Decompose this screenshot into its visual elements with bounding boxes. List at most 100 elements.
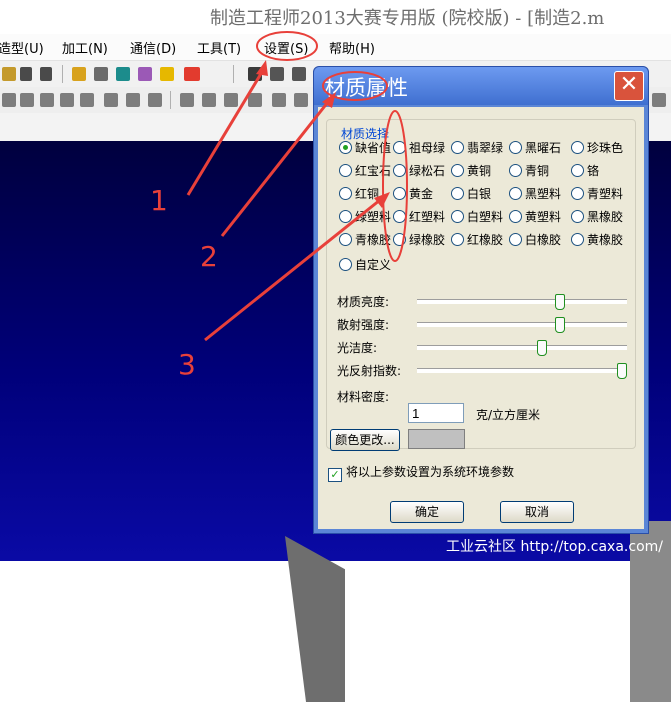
radio-icon — [571, 141, 584, 154]
system-params-checkbox-row[interactable]: ✓ 将以上参数设置为系统环境参数 — [328, 463, 514, 482]
density-unit: 克/立方厘米 — [476, 408, 541, 422]
annotation-number-2: 2 — [200, 240, 218, 273]
menu-communication[interactable]: 通信(D) — [130, 38, 176, 57]
brightness-slider[interactable] — [417, 294, 627, 310]
material-radio[interactable]: 缺省值 — [339, 140, 391, 156]
cancel-button[interactable]: 取消 — [500, 501, 574, 523]
material-radio[interactable]: 白塑料 — [451, 209, 503, 225]
radio-icon — [393, 164, 406, 177]
radio-icon — [339, 233, 352, 246]
redo-icon[interactable] — [40, 67, 52, 81]
color-layer-icon[interactable] — [184, 67, 200, 81]
radio-icon — [509, 233, 522, 246]
paste-icon[interactable] — [2, 67, 16, 81]
menu-tools[interactable]: 工具(T) — [197, 38, 241, 57]
slider-thumb[interactable] — [537, 340, 547, 356]
radio-icon — [571, 164, 584, 177]
view-icon[interactable] — [248, 67, 262, 81]
material-radio[interactable]: 红铜 — [339, 186, 379, 202]
menu-machining[interactable]: 加工(N) — [62, 38, 108, 57]
toolbar-separator — [62, 65, 63, 83]
material-label: 红宝石 — [355, 164, 392, 178]
material-radio[interactable]: 青橡胶 — [339, 232, 391, 248]
density-input[interactable] — [408, 403, 464, 423]
menu-settings[interactable]: 设置(S) — [264, 38, 308, 57]
material-radio[interactable]: 黄铜 — [451, 163, 491, 179]
draft-icon[interactable] — [248, 93, 262, 107]
query-icon[interactable] — [138, 67, 152, 81]
smoothness-label: 光洁度: — [337, 341, 378, 355]
slider-thumb[interactable] — [555, 317, 565, 333]
material-radio[interactable]: 绿塑料 — [339, 209, 391, 225]
material-radio[interactable]: 黄橡胶 — [571, 232, 623, 248]
material-radio[interactable]: 自定义 — [339, 257, 391, 273]
undo-icon[interactable] — [20, 67, 32, 81]
material-label: 缺省值 — [355, 141, 392, 155]
material-label: 红铜 — [355, 187, 380, 201]
lightning-icon[interactable] — [94, 67, 108, 81]
watermark-text: 工业云社区 http://top.caxa.com/ — [446, 539, 663, 555]
radio-icon — [339, 187, 352, 200]
scatter-slider[interactable] — [417, 317, 627, 333]
reflection-slider[interactable] — [417, 363, 627, 379]
material-radio[interactable]: 黄金 — [393, 186, 433, 202]
sweep-icon[interactable] — [40, 93, 54, 107]
material-radio[interactable]: 红橡胶 — [451, 232, 503, 248]
material-radio[interactable]: 白银 — [451, 186, 491, 202]
loft-icon[interactable] — [60, 93, 74, 107]
dialog-title-bar[interactable]: 材质属性 ✕ — [314, 67, 648, 105]
mirror-icon[interactable] — [202, 93, 216, 107]
material-group: 材质选择 缺省值 祖母绿 翡翠绿 黑曜石 珍珠色 红宝石 绿松石 黄铜 青铜 铬… — [326, 119, 636, 449]
filter-icon[interactable] — [116, 67, 130, 81]
smoothness-slider[interactable] — [417, 340, 627, 356]
material-radio[interactable]: 黑塑料 — [509, 186, 561, 202]
density-label: 材料密度: — [337, 390, 390, 404]
pattern-icon[interactable] — [180, 93, 194, 107]
shell-icon[interactable] — [224, 93, 238, 107]
material-radio[interactable]: 青铜 — [509, 163, 549, 179]
material-radio[interactable]: 黑曜石 — [509, 140, 561, 156]
material-label: 黄铜 — [467, 164, 492, 178]
material-label: 白橡胶 — [525, 233, 562, 247]
revolve-icon[interactable] — [20, 93, 34, 107]
material-radio[interactable]: 红塑料 — [393, 209, 445, 225]
slider-thumb[interactable] — [617, 363, 627, 379]
checkbox-checked-icon[interactable]: ✓ — [328, 468, 342, 482]
zoom-window-icon[interactable] — [270, 67, 284, 81]
chamfer-icon[interactable] — [148, 93, 162, 107]
material-radio[interactable]: 铬 — [571, 163, 599, 179]
menu-modeling[interactable]: 造型(U) — [0, 38, 44, 57]
material-label: 黄金 — [409, 187, 434, 201]
measure-icon[interactable] — [652, 93, 666, 107]
material-radio[interactable]: 黄塑料 — [509, 209, 561, 225]
material-label: 绿松石 — [409, 164, 446, 178]
material-radio[interactable]: 青塑料 — [571, 186, 623, 202]
material-label: 青铜 — [525, 164, 550, 178]
help-icon[interactable] — [160, 67, 174, 81]
zoom-icon[interactable] — [292, 67, 306, 81]
material-radio[interactable]: 红宝石 — [339, 163, 391, 179]
ok-button[interactable]: 确定 — [390, 501, 464, 523]
thread-icon[interactable] — [294, 93, 308, 107]
material-radio[interactable]: 白橡胶 — [509, 232, 561, 248]
material-radio[interactable]: 绿橡胶 — [393, 232, 445, 248]
fillet-icon[interactable] — [126, 93, 140, 107]
material-radio[interactable]: 绿松石 — [393, 163, 445, 179]
material-radio[interactable]: 祖母绿 — [393, 140, 445, 156]
hole-icon[interactable] — [104, 93, 118, 107]
cut-icon[interactable] — [80, 93, 94, 107]
radio-icon — [393, 141, 406, 154]
change-color-button[interactable]: 颜色更改... — [330, 429, 400, 451]
rib-icon[interactable] — [272, 93, 286, 107]
material-label: 青橡胶 — [355, 233, 392, 247]
menu-help[interactable]: 帮助(H) — [329, 38, 375, 57]
brightness-label: 材质亮度: — [337, 295, 390, 309]
extrude-icon[interactable] — [2, 93, 16, 107]
material-radio[interactable]: 黑橡胶 — [571, 209, 623, 225]
slider-thumb[interactable] — [555, 294, 565, 310]
light-icon[interactable] — [72, 67, 86, 81]
close-icon[interactable]: ✕ — [614, 71, 644, 101]
material-radio[interactable]: 珍珠色 — [571, 140, 623, 156]
material-radio[interactable]: 翡翠绿 — [451, 140, 503, 156]
annotation-number-3: 3 — [178, 348, 196, 381]
